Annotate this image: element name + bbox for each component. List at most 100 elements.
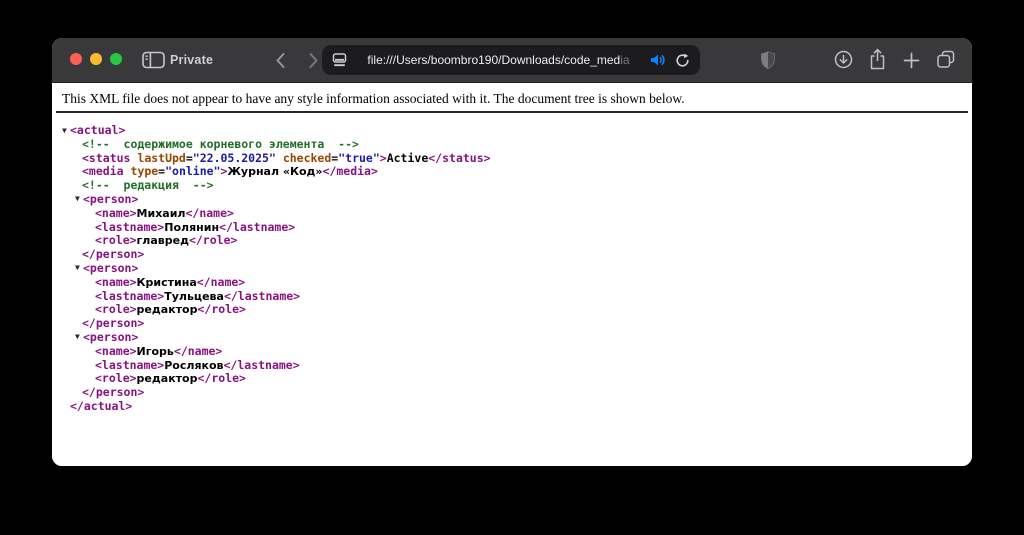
collapse-arrow[interactable]: ▼ bbox=[75, 333, 80, 341]
chevron-left-icon bbox=[275, 52, 286, 69]
tabs-overview-icon bbox=[936, 50, 956, 69]
xml-token-tag: <name> bbox=[95, 343, 137, 358]
sidebar-toggle-button[interactable] bbox=[142, 51, 165, 69]
minimize-window-button[interactable] bbox=[90, 53, 102, 65]
xml-token-val: "22.05.2025" bbox=[192, 150, 276, 165]
forward-button[interactable] bbox=[308, 52, 319, 69]
xml-token-text: Тульцева bbox=[164, 289, 224, 303]
xml-token-tag: </lastname> bbox=[223, 357, 300, 372]
plus-icon bbox=[903, 52, 920, 69]
xml-token-text: Журнал «Код» bbox=[227, 165, 323, 179]
xml-line: <media type="online">Журнал «Код»</media… bbox=[62, 164, 972, 179]
private-browsing-label: Private bbox=[170, 53, 214, 67]
xml-token-text: Active bbox=[386, 150, 429, 165]
xml-line: <role>главред</role> bbox=[62, 233, 972, 248]
xml-token-tag: </name> bbox=[173, 343, 223, 358]
xml-token-tag: <role> bbox=[95, 302, 137, 317]
xml-token-eq: = bbox=[185, 150, 193, 165]
url-text-truncated: ia bbox=[620, 53, 630, 67]
xml-token-tag: </role> bbox=[197, 302, 246, 317]
xml-token-tag: </lastname> bbox=[219, 219, 296, 234]
xml-token-tag: <person> bbox=[83, 329, 139, 344]
xml-token-tag: <lastname> bbox=[95, 357, 165, 372]
xml-token-tag: </name> bbox=[185, 205, 234, 220]
xml-token-tag: </person> bbox=[82, 247, 145, 262]
safari-window: Private file:///Users/boombro190/Downloa… bbox=[52, 38, 972, 466]
xml-token-tag: </person> bbox=[82, 385, 145, 400]
privacy-report-button[interactable] bbox=[760, 50, 776, 70]
website-settings-icon bbox=[332, 53, 347, 67]
xml-style-notice: This XML file does not appear to have an… bbox=[62, 91, 685, 106]
xml-line: ▼ <person> bbox=[62, 329, 972, 345]
xml-token-tag: <person> bbox=[83, 260, 139, 275]
xml-line: <!-- редакция --> bbox=[62, 178, 972, 193]
xml-token-tag: <person> bbox=[83, 191, 139, 206]
xml-line: <name>Кристина</name> bbox=[62, 274, 972, 290]
xml-token-tag: <lastname> bbox=[95, 288, 165, 303]
xml-token-tag: <lastname> bbox=[95, 219, 165, 234]
back-button[interactable] bbox=[275, 52, 286, 69]
collapse-arrow[interactable]: ▼ bbox=[75, 195, 80, 203]
xml-token-tag: <name> bbox=[95, 274, 137, 289]
xml-token-tag: </person> bbox=[82, 316, 145, 331]
xml-token-tag: <name> bbox=[95, 205, 137, 220]
desktop: { "toolbar": { "private_label": "Private… bbox=[0, 0, 1024, 535]
xml-token-tag: </role> bbox=[188, 233, 238, 248]
xml-token-text: Михаил bbox=[136, 206, 186, 220]
xml-line: <lastname>Полянин</lastname> bbox=[62, 219, 972, 235]
xml-token-tag: </status> bbox=[428, 150, 491, 165]
xml-token-val: "online" bbox=[165, 164, 221, 179]
download-icon bbox=[834, 50, 853, 69]
xml-token-text: редактор bbox=[136, 372, 198, 386]
xml-line: <lastname>Тульцева</lastname> bbox=[62, 288, 972, 304]
xml-token-text: редактор bbox=[136, 303, 198, 317]
xml-line: <name>Игорь</name> bbox=[62, 343, 972, 359]
reload-button[interactable] bbox=[675, 53, 690, 68]
xml-token-text: Игорь bbox=[136, 344, 174, 358]
share-icon bbox=[868, 48, 887, 71]
xml-line: ▼ <person> bbox=[62, 260, 972, 276]
notice-divider bbox=[56, 111, 968, 113]
xml-token-tag: </media> bbox=[322, 164, 378, 179]
xml-token-tag: </lastname> bbox=[223, 288, 301, 303]
new-tab-button[interactable] bbox=[903, 52, 920, 69]
collapse-arrow[interactable]: ▼ bbox=[62, 126, 67, 135]
share-button[interactable] bbox=[868, 48, 887, 71]
audio-mute-button[interactable] bbox=[650, 53, 666, 67]
tab-overview-button[interactable] bbox=[936, 50, 956, 69]
sidebar-icon bbox=[142, 51, 165, 69]
xml-line: ▼ <person> bbox=[62, 191, 972, 207]
xml-token-tag: <actual> bbox=[70, 123, 126, 137]
xml-line: <status lastUpd="22.05.2025" checked="tr… bbox=[62, 150, 972, 166]
xml-token-tag: > bbox=[379, 150, 387, 165]
page-content: This XML file does not appear to have an… bbox=[52, 83, 972, 466]
address-bar[interactable]: file:///Users/boombro190/Downloads/code_… bbox=[322, 45, 700, 75]
xml-line: <name>Михаил</name> bbox=[62, 205, 972, 221]
xml-line: ▼ <actual> bbox=[62, 123, 972, 138]
xml-line: </person> bbox=[62, 385, 972, 400]
xml-token-comment: <!-- редакция --> bbox=[82, 178, 214, 193]
xml-line: </person> bbox=[62, 316, 972, 331]
close-window-button[interactable] bbox=[70, 53, 82, 65]
xml-token-attr: lastUpd bbox=[130, 150, 186, 165]
xml-token-attr: checked bbox=[275, 150, 332, 165]
reload-icon bbox=[675, 53, 690, 68]
xml-token-tag: <media bbox=[82, 164, 124, 179]
xml-line: </actual> bbox=[62, 398, 972, 414]
xml-token-tag: <status bbox=[82, 150, 131, 165]
xml-token-text: Кристина bbox=[136, 275, 197, 289]
collapse-arrow[interactable]: ▼ bbox=[75, 264, 80, 272]
xml-line: <!-- содержимое корневого элемента --> bbox=[62, 137, 972, 152]
xml-token-val: "true" bbox=[338, 150, 380, 165]
xml-token-tag: </name> bbox=[196, 274, 246, 289]
xml-token-tag: </role> bbox=[197, 371, 246, 386]
speaker-icon bbox=[650, 53, 666, 67]
xml-token-tag: </actual> bbox=[70, 398, 133, 413]
chevron-right-icon bbox=[308, 52, 319, 69]
downloads-button[interactable] bbox=[834, 50, 853, 69]
zoom-window-button[interactable] bbox=[110, 53, 122, 65]
xml-tree: ▼ <actual> <!-- содержимое корневого элеме… bbox=[52, 123, 972, 414]
xml-line: <role>редактор</role> bbox=[62, 371, 972, 386]
xml-token-text: Полянин bbox=[164, 220, 220, 234]
shield-icon bbox=[760, 50, 776, 70]
